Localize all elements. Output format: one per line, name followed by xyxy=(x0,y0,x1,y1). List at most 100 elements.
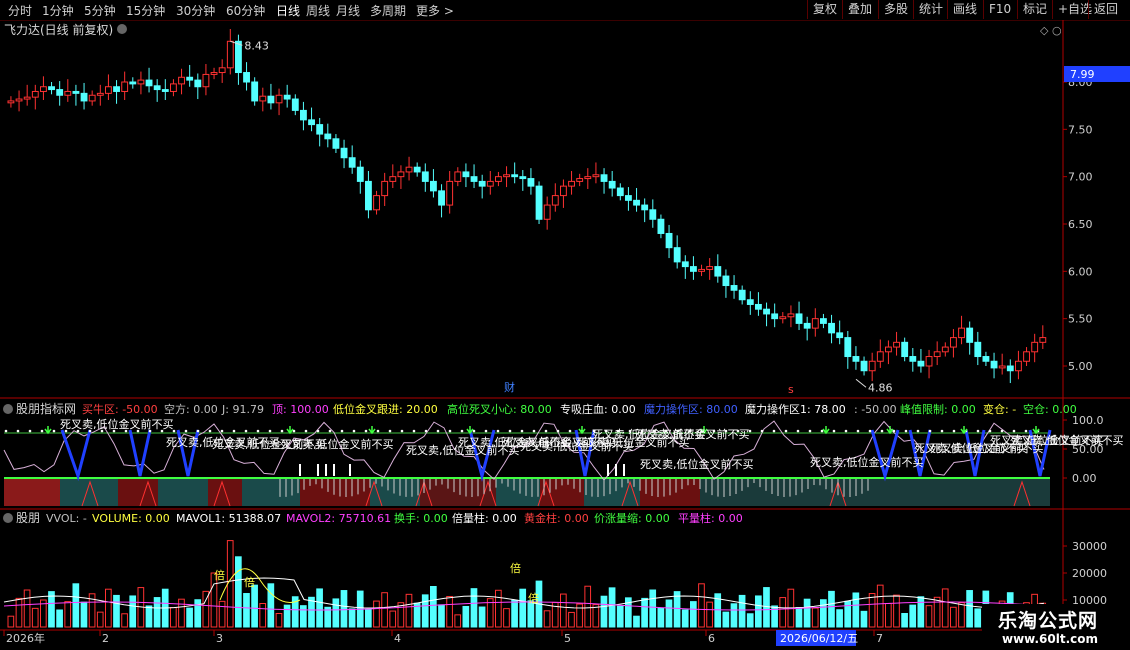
toolbar-button-6[interactable]: 标记 xyxy=(1017,0,1052,19)
dot xyxy=(556,429,560,433)
candle-body xyxy=(649,209,657,220)
dot xyxy=(4,429,8,433)
volume-bar xyxy=(584,585,592,628)
period-tab-4[interactable]: 30分钟 xyxy=(176,2,215,19)
watermark-url: www.60lt.com xyxy=(1002,632,1099,646)
period-tab-2[interactable]: 5分钟 xyxy=(84,2,116,19)
toolbar-button-8[interactable]: 返回 xyxy=(1088,0,1123,19)
candle-body xyxy=(161,89,169,92)
candle-body xyxy=(88,94,96,102)
volume-bar xyxy=(852,592,860,628)
candle-body xyxy=(23,96,31,100)
toolbar-button-1[interactable]: 叠加 xyxy=(842,0,877,19)
candle-body xyxy=(998,365,1006,369)
volume-bar xyxy=(657,607,665,628)
candle-body xyxy=(941,346,949,353)
blue-spike xyxy=(870,429,900,482)
annotation-text: 死叉卖,低位金叉前不买 xyxy=(640,457,754,471)
volume-bar xyxy=(495,589,502,628)
candle-body xyxy=(64,90,72,96)
candle-body xyxy=(714,266,722,277)
period-tab-1[interactable]: 1分钟 xyxy=(42,2,74,19)
candle-body xyxy=(665,232,673,249)
candle-body xyxy=(186,76,194,81)
indicator-value-2: J: 91.79 xyxy=(221,403,264,416)
main-y-tick-label: 6.00 xyxy=(1068,265,1093,278)
multiple-volume-label: 倍 xyxy=(244,575,255,589)
volume-bar xyxy=(226,540,234,628)
candle-body xyxy=(31,90,39,98)
candle-body xyxy=(901,341,909,358)
volume-bar xyxy=(503,608,510,628)
period-tab-0[interactable]: 分时 xyxy=(8,2,32,19)
dot xyxy=(196,429,200,433)
toolbar-button-0[interactable]: 复权 xyxy=(807,0,842,19)
volume-bar xyxy=(31,607,39,628)
candle-body xyxy=(170,83,177,92)
volume-bar xyxy=(113,594,120,628)
toolbar-button-3[interactable]: 统计 xyxy=(913,0,948,19)
candle-body xyxy=(105,86,112,94)
candle-body xyxy=(48,86,55,91)
green-arrow-icon xyxy=(886,426,894,435)
volume-name: 股朋 xyxy=(16,511,40,525)
period-tab-3[interactable]: 15分钟 xyxy=(126,2,165,19)
toolbar-button-4[interactable]: 画线 xyxy=(947,0,982,19)
candle-body xyxy=(673,247,681,263)
dot xyxy=(400,429,404,433)
dot xyxy=(904,429,908,433)
volume-bar xyxy=(909,604,917,628)
chart-canvas[interactable]: 飞力达(日线 前复权) ◇ ○8.007.507.006.506.005.505.0… xyxy=(0,20,1130,650)
x-tick-label: 2 xyxy=(102,632,109,645)
candle-body xyxy=(267,95,275,104)
volume-bar xyxy=(690,601,697,628)
volume-bar xyxy=(633,615,640,628)
dot xyxy=(184,429,188,433)
candle-body xyxy=(657,218,665,234)
indicator-value-1: 空方: 0.00 xyxy=(164,402,218,416)
dot xyxy=(520,429,524,433)
candle-body xyxy=(730,285,738,291)
annotation-text: 死叉卖,低位金叉前不买 xyxy=(1010,433,1124,447)
period-tab-10[interactable]: 更多 > xyxy=(416,2,454,19)
ind-y-tick-label: 0.00 xyxy=(1072,472,1097,485)
volume-bar xyxy=(283,604,291,628)
dot xyxy=(412,429,416,433)
low-marker-line xyxy=(855,378,867,388)
dot xyxy=(280,429,284,433)
candle-body xyxy=(478,180,486,187)
candlestick-series xyxy=(7,28,1047,384)
indicator-value-6: 专吸庄血: 0.00 xyxy=(560,402,636,416)
period-tab-9[interactable]: 多周期 xyxy=(370,2,406,19)
candle-body xyxy=(828,322,835,334)
candle-body xyxy=(535,185,543,220)
indicator-collapse-icon xyxy=(3,404,13,414)
volume-bar xyxy=(153,597,161,628)
toolbar-button-5[interactable]: F10 xyxy=(983,0,1016,19)
candle-body xyxy=(56,89,64,96)
period-tab-6[interactable]: 日线 xyxy=(276,2,300,19)
volume-bar xyxy=(828,590,835,628)
cursor-date-label: 2026/06/12/五 xyxy=(780,632,858,645)
candle-body xyxy=(1031,341,1039,353)
candle-body xyxy=(397,171,405,178)
period-tab-8[interactable]: 月线 xyxy=(336,2,360,19)
main-chart-title: 飞力达(日线 前复权) xyxy=(4,22,113,37)
volume-bar xyxy=(316,588,323,628)
volume-value-5: 倍量柱: 0.00 xyxy=(452,511,517,525)
candle-body xyxy=(763,308,770,315)
candle-body xyxy=(389,176,397,182)
candle-body xyxy=(340,147,348,159)
candle-body xyxy=(608,180,616,189)
period-tab-5[interactable]: 60分钟 xyxy=(226,2,265,19)
volume-bar xyxy=(950,606,957,628)
volume-bar xyxy=(966,590,973,628)
main-y-tick-label: 7.50 xyxy=(1068,123,1093,136)
period-tab-7[interactable]: 周线 xyxy=(306,2,330,19)
volume-bar xyxy=(365,608,372,628)
candle-body xyxy=(771,313,779,320)
toolbar-button-2[interactable]: 多股 xyxy=(878,0,913,19)
candle-body xyxy=(503,174,510,178)
dot xyxy=(436,429,440,433)
candle-body xyxy=(1006,365,1014,372)
